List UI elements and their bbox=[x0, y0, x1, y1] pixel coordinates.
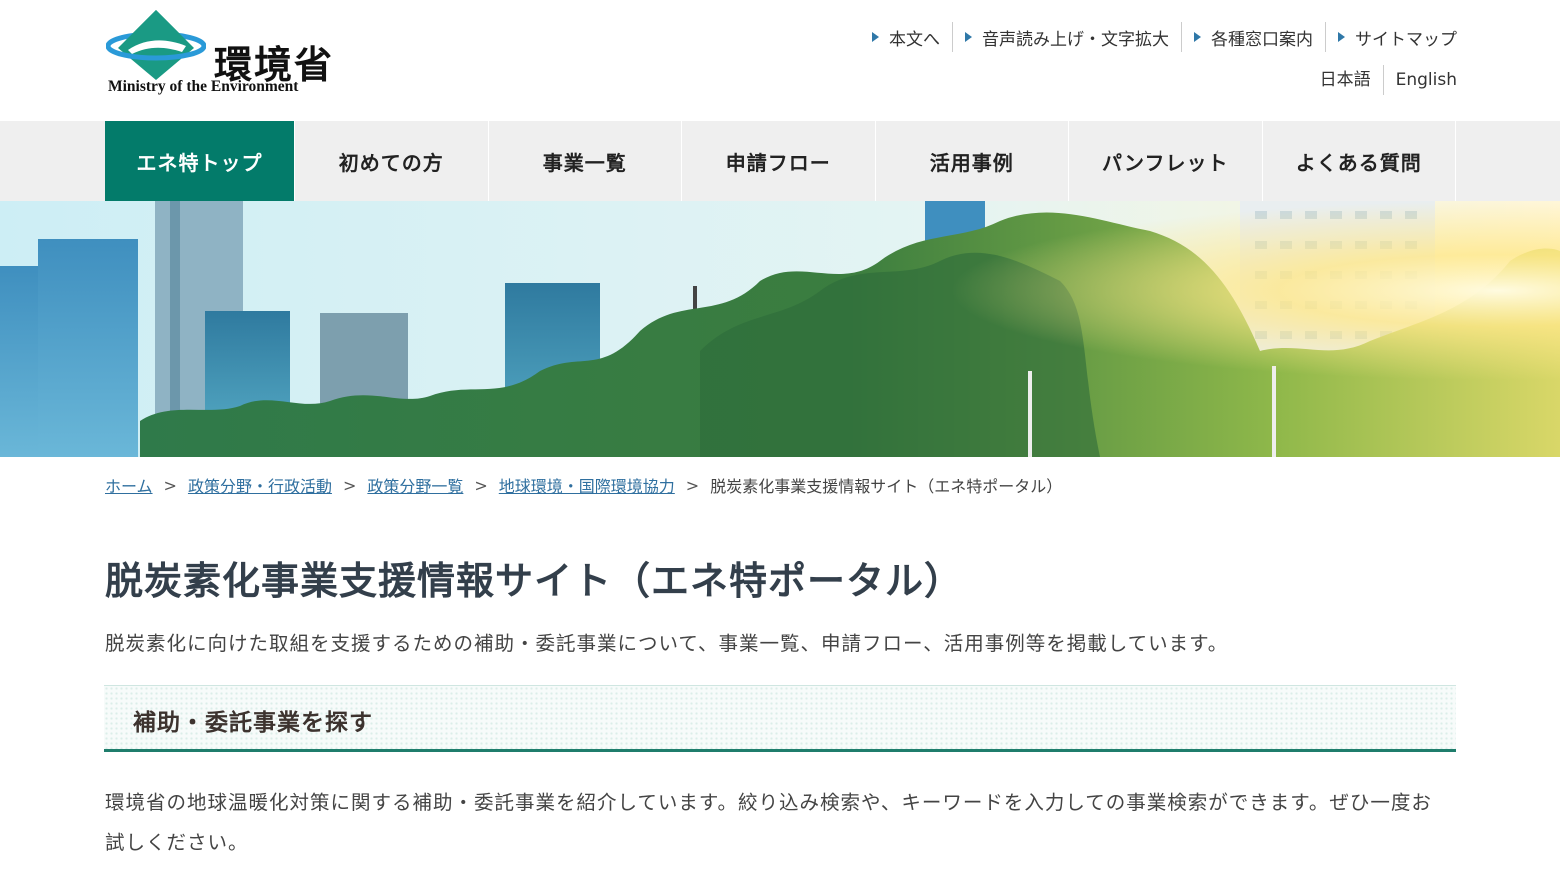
global-nav: エネ特トップ 初めての方 事業一覧 申請フロー 活用事例 パンフレット よくある… bbox=[0, 121, 1560, 201]
hero-banner-image bbox=[0, 201, 1560, 457]
lang-english[interactable]: English bbox=[1382, 65, 1457, 95]
nav-case-studies[interactable]: 活用事例 bbox=[876, 121, 1069, 201]
nav-project-list[interactable]: 事業一覧 bbox=[489, 121, 682, 201]
logo-english-text: Ministry of the Environment bbox=[108, 78, 299, 95]
util-link-sitemap[interactable]: サイトマップ bbox=[1325, 22, 1457, 52]
util-link-label: 本文へ bbox=[889, 29, 940, 50]
breadcrumb-separator: > bbox=[163, 475, 177, 495]
ministry-logo[interactable]: 環境省 Ministry of the Environment bbox=[106, 8, 356, 100]
breadcrumb-link-global-environment[interactable]: 地球環境・国際環境協力 bbox=[499, 473, 675, 497]
nav-pamphlets[interactable]: パンフレット bbox=[1069, 121, 1263, 201]
nav-application-flow[interactable]: 申請フロー bbox=[682, 121, 876, 201]
triangle-right-icon bbox=[1194, 32, 1201, 42]
nav-faq[interactable]: よくある質問 bbox=[1263, 121, 1456, 201]
breadcrumb-link-policy-list[interactable]: 政策分野一覧 bbox=[367, 473, 463, 497]
triangle-right-icon bbox=[965, 32, 972, 42]
util-link-label: 各種窓口案内 bbox=[1211, 29, 1313, 50]
city-skyline-illustration bbox=[0, 201, 1560, 457]
utility-nav: 本文へ 音声読み上げ・文字拡大 各種窓口案内 サイトマップ bbox=[860, 22, 1457, 52]
breadcrumb-separator: > bbox=[474, 475, 488, 495]
util-link-contact[interactable]: 各種窓口案内 bbox=[1181, 22, 1325, 52]
breadcrumb-current: 脱炭素化事業支援情報サイト（エネ特ポータル） bbox=[710, 477, 1063, 496]
nav-top[interactable]: エネ特トップ bbox=[105, 121, 295, 201]
triangle-right-icon bbox=[1338, 32, 1345, 42]
util-link-main-content[interactable]: 本文へ bbox=[860, 22, 952, 52]
breadcrumb: ホーム > 政策分野・行政活動 > 政策分野一覧 > 地球環境・国際環境協力 >… bbox=[105, 473, 1062, 497]
breadcrumb-separator: > bbox=[685, 475, 700, 495]
page-title: 脱炭素化事業支援情報サイト（エネ特ポータル） bbox=[105, 559, 964, 603]
util-link-label: 音声読み上げ・文字拡大 bbox=[982, 29, 1169, 50]
section-heading-box: 補助・委託事業を探す bbox=[104, 685, 1456, 752]
breadcrumb-link-home[interactable]: ホーム bbox=[105, 473, 153, 497]
lang-japanese[interactable]: 日本語 bbox=[1308, 65, 1383, 95]
breadcrumb-link-policy[interactable]: 政策分野・行政活動 bbox=[188, 473, 332, 497]
nav-beginners[interactable]: 初めての方 bbox=[295, 121, 489, 201]
ministry-of-environment-emblem-icon bbox=[106, 10, 206, 80]
breadcrumb-separator: > bbox=[342, 475, 357, 495]
lead-text: 脱炭素化に向けた取組を支援するための補助・委託事業について、事業一覧、申請フロー… bbox=[105, 632, 1229, 655]
util-link-label: サイトマップ bbox=[1355, 29, 1457, 50]
language-switcher: 日本語 English bbox=[1308, 65, 1457, 95]
section-title: 補助・委託事業を探す bbox=[133, 710, 373, 736]
triangle-right-icon bbox=[872, 32, 879, 42]
site-header: 環境省 Ministry of the Environment 本文へ 音声読み… bbox=[0, 0, 1560, 121]
section-body-text: 環境省の地球温暖化対策に関する補助・委託事業を紹介しています。絞り込み検索や、キ… bbox=[105, 791, 1432, 854]
util-link-accessibility[interactable]: 音声読み上げ・文字拡大 bbox=[952, 22, 1181, 52]
